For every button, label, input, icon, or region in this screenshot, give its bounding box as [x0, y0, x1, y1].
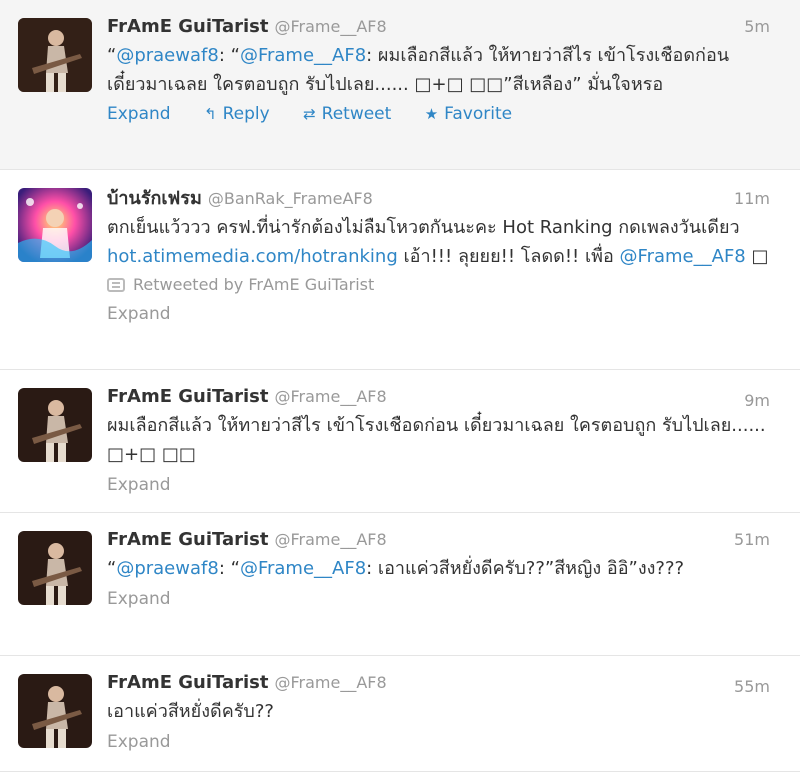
- tweet-username[interactable]: @Frame__AF8: [275, 673, 387, 692]
- avatar[interactable]: [18, 674, 92, 748]
- text-span: “: [107, 45, 117, 66]
- tweet-text: “@praewaf8: “@Frame__AF8: เอาแค่วสีหยั่ง…: [107, 554, 770, 583]
- reply-button[interactable]: ↰ Reply: [204, 101, 270, 127]
- retweeted-by: Retweeted by FrAmE GuiTarist: [107, 272, 770, 298]
- tweet-header: FrAmE GuiTarist @Frame__AF8 51m: [107, 527, 770, 553]
- expand-link[interactable]: Expand: [107, 301, 770, 327]
- tweet-timeline: FrAmE GuiTarist @Frame__AF8 5m “@praewaf8…: [0, 0, 800, 774]
- tweet-fullname[interactable]: FrAmE GuiTarist: [107, 529, 269, 550]
- tweet-item[interactable]: FrAmE GuiTarist @Frame__AF8 51m “@praewaf…: [0, 513, 800, 656]
- retweet-label: Retweet: [321, 104, 392, 124]
- avatar[interactable]: [18, 531, 92, 605]
- text-span: □: [745, 246, 769, 267]
- tweet-text: ผมเลือกสีแล้ว ให้ทายว่าสีไร เข้าโรงเชือด…: [107, 415, 766, 465]
- tweet-fullname[interactable]: บ้านรักเฟรม: [107, 188, 202, 209]
- text-span: ตกเย็นแว้ววว ครฟ.ที่น่ารักต้องไม่ลืมโหวต…: [107, 217, 740, 238]
- retweet-icon: ⇄: [303, 105, 316, 123]
- url-link[interactable]: hot.atimemedia.com/hotranking: [107, 246, 398, 267]
- expand-link[interactable]: Expand: [107, 472, 770, 498]
- tweet-timestamp[interactable]: 51m: [734, 527, 770, 553]
- tweet-text: ตกเย็นแว้ววว ครฟ.ที่น่ารักต้องไม่ลืมโหวต…: [107, 213, 770, 271]
- tweet-header: FrAmE GuiTarist @Frame__AF8 55m: [107, 670, 770, 696]
- star-icon: ★: [424, 105, 439, 123]
- expand-link[interactable]: Expand: [107, 586, 770, 612]
- text-span: : เอาแค่วสีหยั่งดีครับ??”สีหญิง อิอิ”งง?…: [366, 558, 685, 579]
- mention-link[interactable]: @praewaf8: [116, 45, 218, 66]
- tweet-username[interactable]: @Frame__AF8: [275, 17, 387, 36]
- tweet-fullname[interactable]: FrAmE GuiTarist: [107, 672, 269, 693]
- tweet-username[interactable]: @BanRak_FrameAF8: [208, 189, 373, 208]
- text-span: : “: [218, 45, 240, 66]
- text-span: เอ้า!!! ลุยยย!! โลดด!! เพื่อ: [397, 246, 620, 267]
- retweeted-by-label[interactable]: Retweeted by FrAmE GuiTarist: [133, 275, 374, 294]
- mention-link[interactable]: @Frame__AF8: [240, 45, 366, 66]
- tweet-fullname[interactable]: FrAmE GuiTarist: [107, 386, 269, 407]
- tweet-timestamp[interactable]: 9m: [744, 388, 770, 414]
- tweet-text: “@praewaf8: “@Frame__AF8: ผมเลือกสีแล้ว …: [107, 41, 770, 99]
- favorite-button[interactable]: ★ Favorite: [425, 101, 512, 127]
- favorite-label: Favorite: [444, 104, 513, 124]
- expand-link[interactable]: Expand: [107, 101, 171, 127]
- expand-link[interactable]: Expand: [107, 729, 770, 755]
- retweet-icon: [107, 278, 125, 292]
- tweet-header: FrAmE GuiTarist @Frame__AF8 5m: [107, 14, 770, 40]
- tweet-username[interactable]: @Frame__AF8: [275, 530, 387, 549]
- text-span: : “: [218, 558, 240, 579]
- mention-link[interactable]: @praewaf8: [116, 558, 218, 579]
- mention-link[interactable]: @Frame__AF8: [620, 246, 746, 267]
- tweet-item[interactable]: FrAmE GuiTarist @Frame__AF8 5m “@praewaf8…: [0, 0, 800, 170]
- tweet-timestamp[interactable]: 55m: [734, 674, 770, 700]
- avatar[interactable]: [18, 388, 92, 462]
- text-span: “: [107, 558, 117, 579]
- tweet-item[interactable]: บ้านรักเฟรม @BanRak_FrameAF8 11m ตกเย็นแว…: [0, 170, 800, 370]
- avatar[interactable]: [18, 18, 92, 92]
- tweet-timestamp[interactable]: 11m: [734, 186, 770, 212]
- tweet-item[interactable]: FrAmE GuiTarist @Frame__AF8 9m ผมเลือกสีแ…: [0, 370, 800, 513]
- avatar[interactable]: [18, 188, 92, 262]
- tweet-username[interactable]: @Frame__AF8: [275, 387, 387, 406]
- tweet-text: เอาแค่วสีหยั่งดีครับ??: [107, 701, 274, 722]
- tweet-header: FrAmE GuiTarist @Frame__AF8 9m: [107, 384, 770, 410]
- tweet-header: บ้านรักเฟรม @BanRak_FrameAF8 11m: [107, 186, 770, 212]
- tweet-item[interactable]: FrAmE GuiTarist @Frame__AF8 55m เอาแค่วสี…: [0, 656, 800, 772]
- mention-link[interactable]: @Frame__AF8: [240, 558, 366, 579]
- tweet-fullname[interactable]: FrAmE GuiTarist: [107, 16, 269, 37]
- reply-icon: ↰: [203, 105, 217, 123]
- reply-label: Reply: [222, 104, 270, 124]
- tweet-timestamp[interactable]: 5m: [744, 14, 770, 40]
- retweet-button[interactable]: ⇄ Retweet: [303, 101, 391, 127]
- tweet-actions: Expand ↰ Reply ⇄ Retweet ★ Favorite: [107, 101, 770, 127]
